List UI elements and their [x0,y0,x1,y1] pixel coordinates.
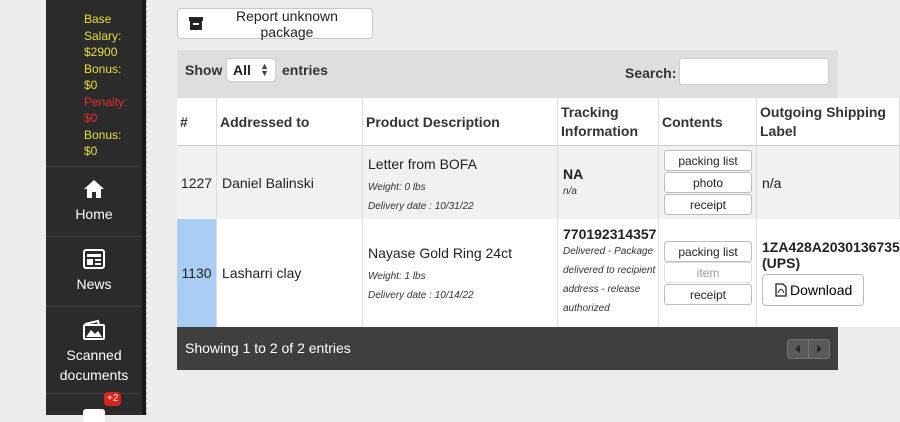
table-controls: Show All ▲ ▼ entries Search: [177,50,838,98]
row2-num: 1130 [177,219,217,327]
row2-addressed: Lasharri clay [217,219,363,327]
row2-label-carrier: (UPS) [762,255,801,271]
row2-delivery: Delivery date : 10/14/22 [368,290,474,301]
nav-item-home[interactable]: Home [46,166,142,237]
row2-label: 1ZA428A20301367355 (UPS) Download [757,219,900,327]
penalty-label: Penalty: [84,94,128,109]
table-info: Showing 1 to 2 of 2 entries [185,340,351,356]
penalty-value: $0 [84,111,98,125]
bonus2-value: $0 [84,144,98,158]
news-icon [83,249,105,269]
row1-weight: Weight: 0 lbs [368,182,426,193]
nav-label-news: News [76,276,112,292]
row1-label: n/a [757,146,900,219]
row2-tracking-status-2: delivered to recipient [563,265,656,276]
header-label[interactable]: Outgoing Shipping Label [757,98,900,146]
chevron-right-icon [817,345,822,353]
scanned-documents-icon [83,319,105,340]
nav-item-scanned-documents[interactable]: Scanned documents [46,306,142,394]
bonus-label: Bonus: [84,61,122,76]
row2-contents: packing list item uploaded receipt [659,219,757,327]
header-label-line1: Outgoing Shipping [760,103,886,120]
row1-num: 1227 [177,146,217,219]
next-page-button[interactable] [808,340,829,358]
row1-description: Letter from BOFA Weight: 0 lbs Delivery … [363,146,558,219]
header-tracking[interactable]: Tracking Information [558,98,659,146]
packages-table: # Addressed to Product Description Track… [177,98,900,327]
row1-product: Letter from BOFA [368,156,477,172]
nav-item-news[interactable]: News [46,236,142,307]
row2-description: Nayase Gold Ring 24ct Weight: 1 lbs Deli… [363,219,558,327]
header-contents[interactable]: Contents [659,98,757,146]
row1-photo-button[interactable]: photo [664,172,752,193]
salary-summary: Base Salary: $2900 Bonus: $0 Penalty: $0… [84,11,127,160]
row2-tracking: 770192314357 Delivered - Package deliver… [558,219,659,327]
search-label: Search: [625,65,677,81]
left-gutter [0,0,46,415]
entries-length-select[interactable]: All ▲ ▼ [226,58,276,82]
packages-table-panel: Show All ▲ ▼ entries Search: # Addressed … [177,50,900,370]
row1-tracking-number: NA [563,166,584,182]
home-icon [84,180,104,198]
header-tracking-line2: Information [561,122,638,139]
pdf-file-icon [775,283,787,297]
header-num[interactable]: # [177,98,217,146]
show-label: Show [185,62,223,78]
header-label-text: Outgoing Shipping Label [760,103,886,141]
report-unknown-package-button[interactable]: Report unknown package [177,7,373,40]
header-contents-label: Contents [662,113,723,130]
row2-weight: Weight: 1 lbs [368,271,426,282]
row1-packing-list-button[interactable]: packing list [664,150,752,171]
inbox-icon [83,409,105,422]
header-num-label: # [180,113,188,130]
header-addressed[interactable]: Addressed to [217,98,363,146]
header-tracking-label: Tracking Information [561,103,638,141]
row2-tracking-status-4: authorized [563,303,610,314]
row1-tracking: NA n/a [558,146,659,219]
row2-tracking-number: 770192314357 [563,226,657,242]
row2-receipt-button[interactable]: receipt [664,284,752,305]
row2-download-button[interactable]: Download [762,274,864,306]
header-label-line2: Label [760,122,797,139]
previous-page-button[interactable] [788,340,808,358]
archive-icon [189,17,203,30]
nav-label-home: Home [75,206,113,222]
report-button-label: Report unknown package [235,7,338,40]
header-addressed-label: Addressed to [220,113,310,130]
bonus-value: $0 [84,78,98,92]
row2-product: Nayase Gold Ring 24ct [368,245,512,261]
search-input[interactable] [679,58,829,85]
row2-label-code: 1ZA428A20301367355 [762,239,900,255]
row1-contents: packing list photo receipt [659,146,757,219]
base-salary-label-1: Base [84,12,112,26]
entries-length-value: All [233,62,251,78]
bonus2-label: Bonus: [84,127,122,142]
header-description[interactable]: Product Description [363,98,558,146]
row1-tracking-status: n/a [563,186,577,197]
divider [146,0,147,415]
nav-label-documents: documents [59,367,129,383]
base-salary-label-2: Salary: [84,28,122,43]
nav-item-next[interactable] [46,393,142,422]
row1-delivery: Delivery date : 10/31/22 [368,201,474,212]
sidebar: Base Salary: $2900 Bonus: $0 Penalty: $0… [46,0,142,422]
entries-label: entries [282,62,328,78]
row1-addressed: Daniel Balinski [217,146,363,219]
header-description-label: Product Description [366,113,500,130]
table-footer: Showing 1 to 2 of 2 entries [177,327,838,370]
base-salary-value: $2900 [84,45,118,59]
notification-badge: +2 [104,392,122,406]
row2-packing-list-button[interactable]: packing list [664,241,752,262]
nav-label-scanned: Scanned [66,347,122,363]
select-arrows-icon: ▲ ▼ [260,61,269,78]
download-label: Download [790,282,853,298]
row2-item-uploaded-button: item uploaded [664,262,752,299]
row1-receipt-button[interactable]: receipt [664,194,752,215]
chevron-left-icon [795,345,800,353]
pagination [787,339,830,359]
header-tracking-line1: Tracking [561,103,619,120]
row2-tracking-status-3: address - release [563,284,641,295]
row2-tracking-status-1: Delivered - Package [563,246,654,257]
